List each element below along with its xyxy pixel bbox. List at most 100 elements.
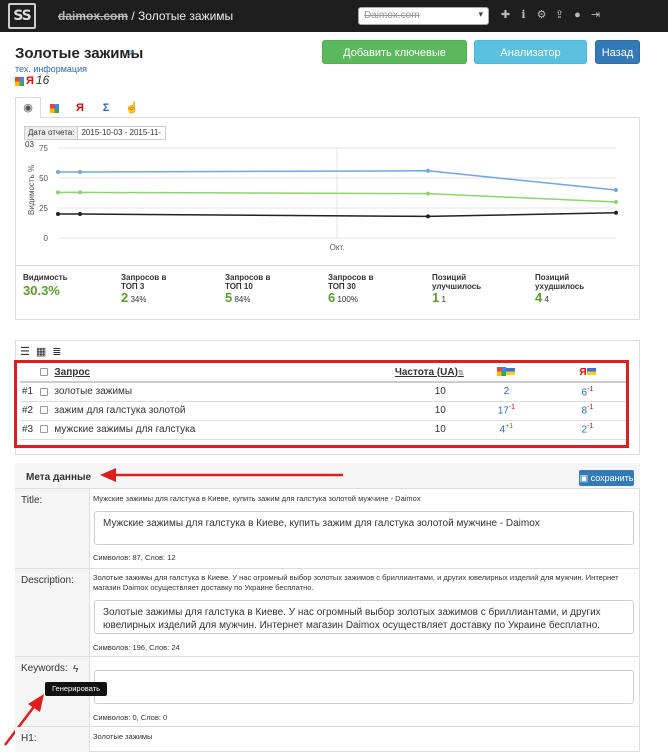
stat-improved: Позиций улучшилось 1 1 xyxy=(432,273,492,304)
logout-icon[interactable]: ⇥ xyxy=(590,9,601,21)
data-point xyxy=(56,212,60,216)
stat-top30: Запросов в ТОП 30 6 100% xyxy=(328,273,388,304)
title-hint: Мужские зажимы для галстука в Киеве, куп… xyxy=(93,494,421,503)
google-icon xyxy=(15,76,24,86)
page-analyzer-button[interactable]: Анализатор страницы xyxy=(474,40,587,83)
y-tick-label: 25 xyxy=(39,204,48,213)
stat-pct: 1 xyxy=(441,295,446,304)
data-point xyxy=(78,170,82,174)
description-field[interactable]: Золотые зажимы для галстука в Киеве. У н… xyxy=(94,600,634,634)
save-icon: ▣ xyxy=(579,473,589,483)
stat-value: 30.3% xyxy=(23,283,60,298)
data-point xyxy=(614,210,618,215)
upload-icon[interactable]: ⇪ xyxy=(554,9,565,21)
y-tick-label: 0 xyxy=(44,234,49,243)
yandex-icon: Я xyxy=(26,75,34,87)
chevron-down-icon: ▾ xyxy=(478,9,483,19)
meta-row-h1: H1: Золотые зажимы xyxy=(15,727,640,752)
breadcrumb-domain[interactable]: daimox.com xyxy=(58,9,128,23)
stats-row: Видимость 30.3% Запросов в ТОП 32 34% Зап… xyxy=(15,265,640,319)
tab-sum[interactable]: Σ xyxy=(93,97,119,118)
data-point xyxy=(78,190,82,195)
settings-icon[interactable]: ⚙ xyxy=(536,9,547,21)
list-view-icon[interactable]: ☰ xyxy=(20,345,30,358)
save-label: сохранить xyxy=(590,473,634,483)
tab-google[interactable] xyxy=(41,97,67,118)
stat-label: Запросов в ТОП 3 xyxy=(121,273,167,291)
title-field[interactable]: Мужские зажимы для галстука в Киеве, куп… xyxy=(94,511,634,545)
report-date-label: Дата отчета: xyxy=(25,127,79,139)
top-icons: ✚ ℹ ⚙ ⇪ ● ⇥ xyxy=(500,9,601,23)
external-link-icon[interactable]: ↗ xyxy=(126,47,138,60)
stat-label: Видимость xyxy=(23,273,68,282)
x-tick-label: Окт. xyxy=(330,243,345,252)
meta-row-keywords: Keywords: Символов: 0, Слов: 0 xyxy=(15,657,640,727)
data-point xyxy=(614,188,618,192)
chart-tabs: ◉ Я Σ ☝ xyxy=(15,97,145,118)
stat-pct: 34% xyxy=(130,295,147,304)
stat-label: Запросов в ТОП 30 xyxy=(328,273,374,291)
keywords-field[interactable] xyxy=(94,670,634,704)
visibility-chart: 0 25 50 75 Окт. Видимость % xyxy=(27,144,618,252)
meta-row-description: Description: Золотые зажимы для галстука… xyxy=(15,569,640,657)
title-label: Title: xyxy=(15,489,90,568)
site-select-value: Daimox.com xyxy=(364,10,420,21)
stat-worsened: Позиций ухудшилось 4 4 xyxy=(535,273,595,304)
app-logo[interactable]: SS xyxy=(8,3,36,29)
h1-hint: Золотые зажимы xyxy=(93,732,153,741)
grid-view-icon[interactable]: ▦ xyxy=(36,345,46,358)
stat-value: 1 xyxy=(432,290,440,305)
keywords-count: Символов: 0, Слов: 0 xyxy=(93,713,168,722)
breadcrumb: daimox.com / Золотые зажимы xyxy=(58,9,233,23)
stat-pct: 4 xyxy=(544,295,549,304)
plus-icon[interactable]: ✚ xyxy=(500,9,511,21)
stat-pct: 100% xyxy=(337,295,358,304)
view-toggle: ☰ ▦ ≣ xyxy=(20,345,62,358)
save-button[interactable]: ▣ сохранить xyxy=(579,470,634,486)
data-point xyxy=(78,212,82,216)
add-keywords-button[interactable]: Добавить ключевые запросы xyxy=(322,40,467,83)
h1-label: H1: xyxy=(15,727,90,752)
eye-icon: ◉ xyxy=(23,102,33,114)
stat-top3: Запросов в ТОП 32 34% xyxy=(121,273,181,304)
data-point xyxy=(426,214,430,219)
stat-value: 4 xyxy=(535,290,543,305)
sigma-icon: Σ xyxy=(102,102,110,114)
score: Я 16 xyxy=(15,73,49,87)
generate-icon[interactable]: ϟ xyxy=(73,664,78,675)
score-value: 16 xyxy=(35,73,50,87)
stat-value: 2 xyxy=(121,290,129,305)
annotation-arrow xyxy=(100,468,343,482)
stat-pct: 84% xyxy=(234,295,251,304)
title-count: Символов: 87, Слов: 12 xyxy=(93,553,176,562)
info-icon[interactable]: ℹ xyxy=(518,9,529,21)
stat-label: Позиций улучшилось xyxy=(432,273,482,291)
y-tick-label: 75 xyxy=(39,144,48,153)
tab-yandex[interactable]: Я xyxy=(67,97,93,118)
y-axis-label: Видимость % xyxy=(27,165,36,215)
stat-top10: Запросов в ТОП 10 5 84% xyxy=(225,273,285,304)
data-point xyxy=(614,200,618,204)
site-select[interactable]: Daimox.com ▾ xyxy=(358,7,489,25)
compact-view-icon[interactable]: ≣ xyxy=(52,345,61,358)
tab-visibility[interactable]: ◉ xyxy=(15,97,41,118)
back-button[interactable]: Назад xyxy=(595,40,640,64)
stat-value: 5 xyxy=(225,290,233,305)
yandex-icon: Я xyxy=(76,102,84,114)
data-point xyxy=(426,191,430,196)
data-point xyxy=(56,190,60,195)
meta-row-title: Title: Мужские зажимы для галстука в Кие… xyxy=(15,489,640,569)
stat-value: 6 xyxy=(328,290,336,305)
generate-tooltip: Генерировать xyxy=(45,682,107,696)
stat-label: Позиций ухудшилось xyxy=(535,273,585,291)
breadcrumb-separator: / xyxy=(128,9,139,23)
y-tick-label: 50 xyxy=(39,174,48,183)
description-label: Description: xyxy=(15,569,90,656)
google-icon xyxy=(49,103,59,113)
report-date[interactable]: Дата отчета: 2015-10-03 - 2015-11-03 xyxy=(24,126,166,149)
data-point xyxy=(426,168,430,173)
user-icon[interactable]: ● xyxy=(572,9,583,21)
tab-clicks[interactable]: ☝ xyxy=(119,97,145,118)
stat-label: Запросов в ТОП 10 xyxy=(225,273,271,291)
stat-visibility: Видимость 30.3% xyxy=(23,273,68,298)
